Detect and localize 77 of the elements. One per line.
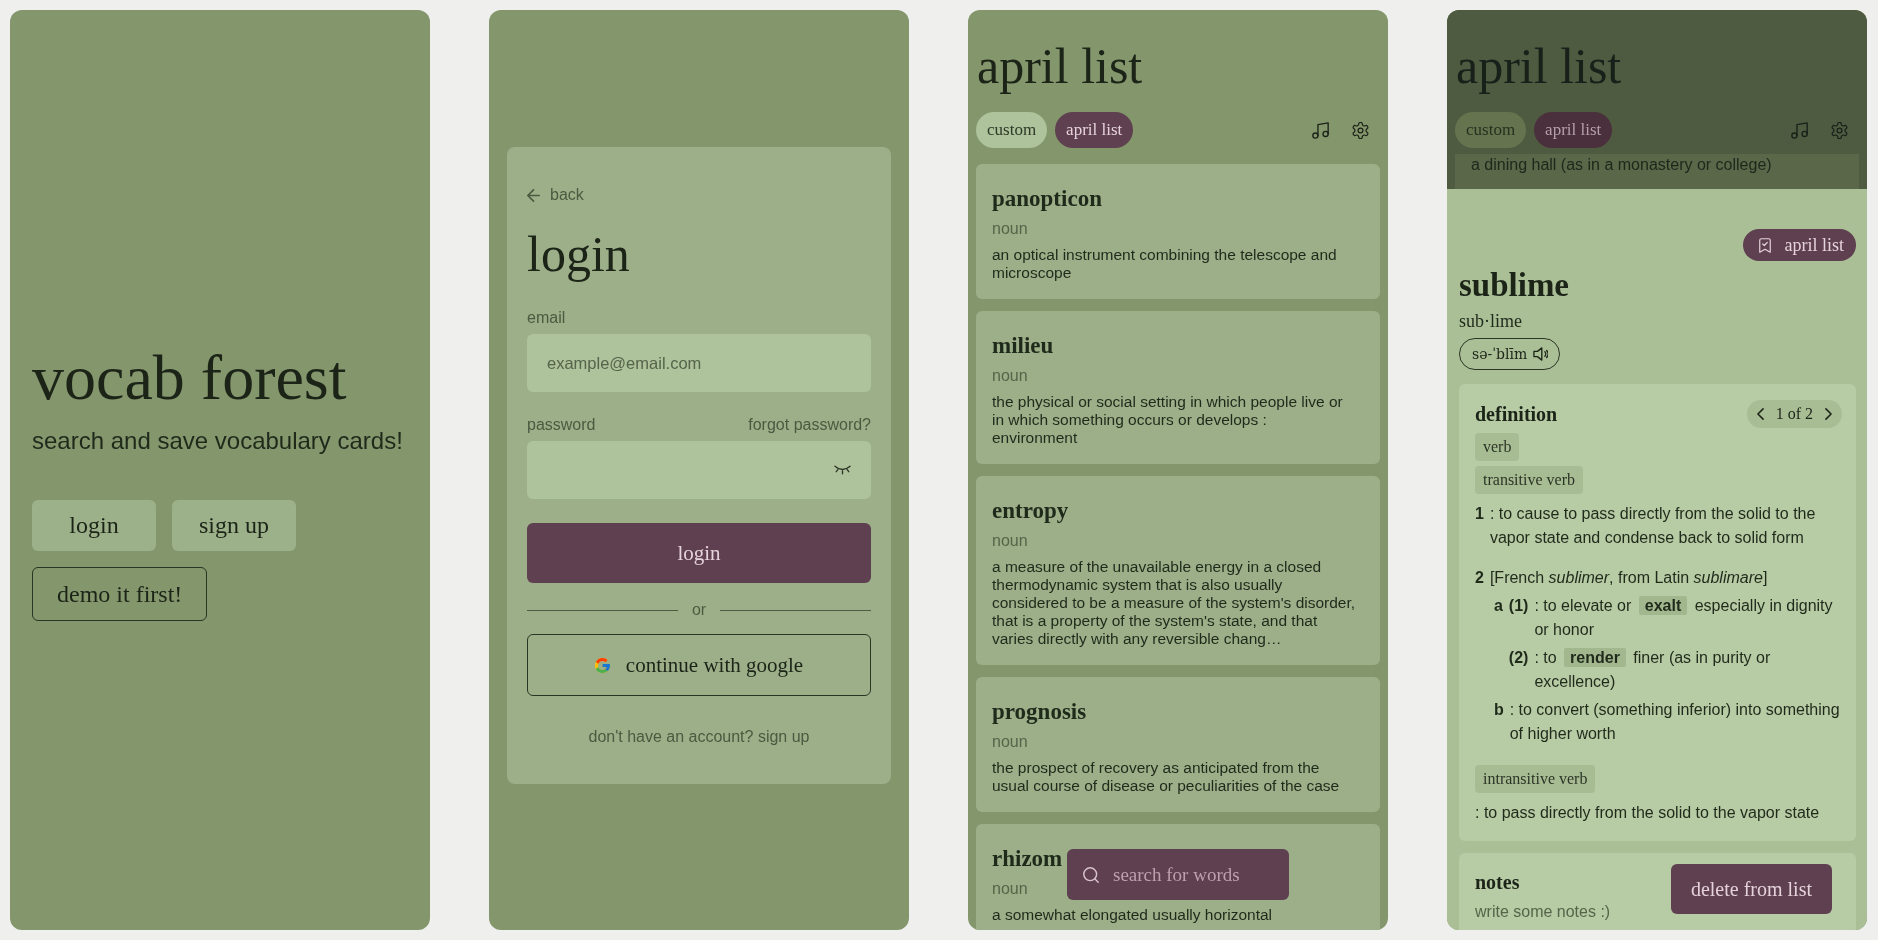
app-title: vocab forest — [32, 343, 348, 413]
definition-text: : to render finer (as in purity or excellence) — [1534, 647, 1772, 692]
part-of-speech: noun — [992, 220, 1028, 238]
word-card[interactable]: prognosis noun the prospect of recovery as anticipated from the usual course of disease or peculiarities of the case — [976, 677, 1380, 812]
sense-letter: a — [1493, 596, 1503, 616]
part-of-speech: noun — [992, 733, 1028, 751]
card-definition: a dining hall (as in a monastery or college) — [1471, 156, 1772, 173]
verb-type-tag: transitive verb — [1475, 466, 1583, 494]
search-bar[interactable]: search for words — [1067, 849, 1289, 900]
syllables: sub·lime — [1459, 310, 1522, 332]
delete-button[interactable]: delete from list — [1670, 864, 1832, 914]
back-button[interactable]: back — [527, 185, 584, 205]
list-title: april list — [1456, 38, 1623, 94]
part-of-speech-tag: verb — [1475, 433, 1520, 461]
eye-closed-icon[interactable] — [834, 465, 851, 475]
card-definition: the physical or social setting in which people live or in which something occurs or develops : environment — [992, 393, 1344, 447]
list-tab[interactable]: april list — [1534, 112, 1613, 148]
arrow-left-icon — [527, 188, 540, 202]
bookmark-check-icon — [1758, 237, 1771, 253]
password-field[interactable] — [527, 441, 871, 499]
speaker-icon — [1533, 347, 1549, 361]
chevron-left-icon[interactable] — [1756, 408, 1764, 420]
part-of-speech: noun — [992, 532, 1028, 550]
word-card[interactable]: panopticon noun an optical instrument combining the telescope and microscope — [976, 164, 1380, 299]
search-icon — [1083, 866, 1099, 883]
card-word: entropy — [992, 497, 1069, 525]
definition-text: [French sublimer, from Latin sublimare] — [1489, 568, 1769, 588]
part-of-speech: noun — [992, 367, 1028, 385]
screen-title: login — [527, 227, 631, 281]
email-field[interactable]: example@email.com — [527, 334, 871, 392]
settings-icon[interactable] — [1352, 121, 1369, 139]
field-label: password — [527, 416, 596, 434]
cross-reference-link[interactable]: exalt — [1638, 596, 1688, 615]
definition-text: : to pass directly from the solid to the vapor state — [1475, 803, 1821, 823]
demo-button[interactable]: demo it first! — [32, 567, 208, 621]
search-field[interactable]: search for words — [1113, 862, 1273, 887]
sense-number: (2) — [1508, 648, 1529, 668]
section-heading: notes — [1475, 871, 1520, 894]
definition-text: : to cause to pass directly from the solid to the vapor state and condense back to solid form — [1489, 504, 1817, 548]
sense-number: (1) — [1508, 596, 1529, 616]
card-word: prognosis — [992, 698, 1087, 726]
page-counter: 1 of 2 — [1775, 405, 1813, 423]
list-title: april list — [977, 38, 1144, 94]
card-definition: a measure of the unavailable energy in a closed thermodynamic system that is also usually considered to be a measure of the system's disorder, that is a property of the system's state, and that varies directly with any reversible chang… — [992, 558, 1356, 648]
forgot-password-link[interactable]: forgot password? — [748, 416, 871, 434]
part-of-speech: noun — [992, 880, 1028, 898]
login-button[interactable]: login — [527, 523, 871, 583]
sign-up-prompt[interactable]: don't have an account? sign up — [588, 728, 810, 746]
cross-reference-link[interactable]: render — [1564, 648, 1626, 667]
word-card[interactable] — [976, 476, 1380, 665]
verb-type-tag: intransitive verb — [1475, 765, 1596, 793]
google-sign-in-button[interactable]: continue with google — [527, 634, 871, 696]
notes-field[interactable]: write some notes :) — [1475, 902, 1645, 922]
sense-letter: b — [1493, 700, 1504, 720]
card-word: panopticon — [992, 185, 1102, 213]
card-word: milieu — [992, 332, 1054, 360]
divider-text: or — [691, 601, 707, 619]
sign-up-button[interactable]: sign up — [172, 500, 296, 551]
card-definition: a somewhat elongated usually horizontal — [992, 906, 1273, 924]
definition-text: : to convert (something inferior) into something of higher worth — [1509, 700, 1841, 744]
field-label: email — [527, 309, 566, 327]
google-icon — [594, 657, 610, 673]
tagline: search and save vocabulary cards! — [32, 426, 404, 456]
word-card[interactable]: milieu noun the physical or social setting in which people live or in which something occurs or develops : environment — [976, 311, 1380, 464]
list-tab[interactable]: custom — [976, 112, 1048, 148]
card-definition: the prospect of recovery as anticipated from the usual course of disease or peculiarities of the case — [992, 759, 1341, 795]
sense-number: 2 — [1475, 568, 1484, 588]
sense-number: 1 — [1475, 504, 1484, 524]
list-tab[interactable]: april list — [1055, 112, 1134, 148]
card-word: rhizom — [992, 845, 1063, 873]
card-definition: an optical instrument combining the telescope and microscope — [992, 246, 1338, 282]
music-note-icon[interactable] — [1312, 121, 1329, 139]
login-button[interactable]: login — [32, 500, 156, 551]
section-heading: definition — [1475, 402, 1558, 426]
saved-list-button[interactable]: april list — [1742, 229, 1856, 261]
word-title: sublime — [1459, 266, 1570, 304]
chevron-right-icon[interactable] — [1825, 408, 1832, 420]
